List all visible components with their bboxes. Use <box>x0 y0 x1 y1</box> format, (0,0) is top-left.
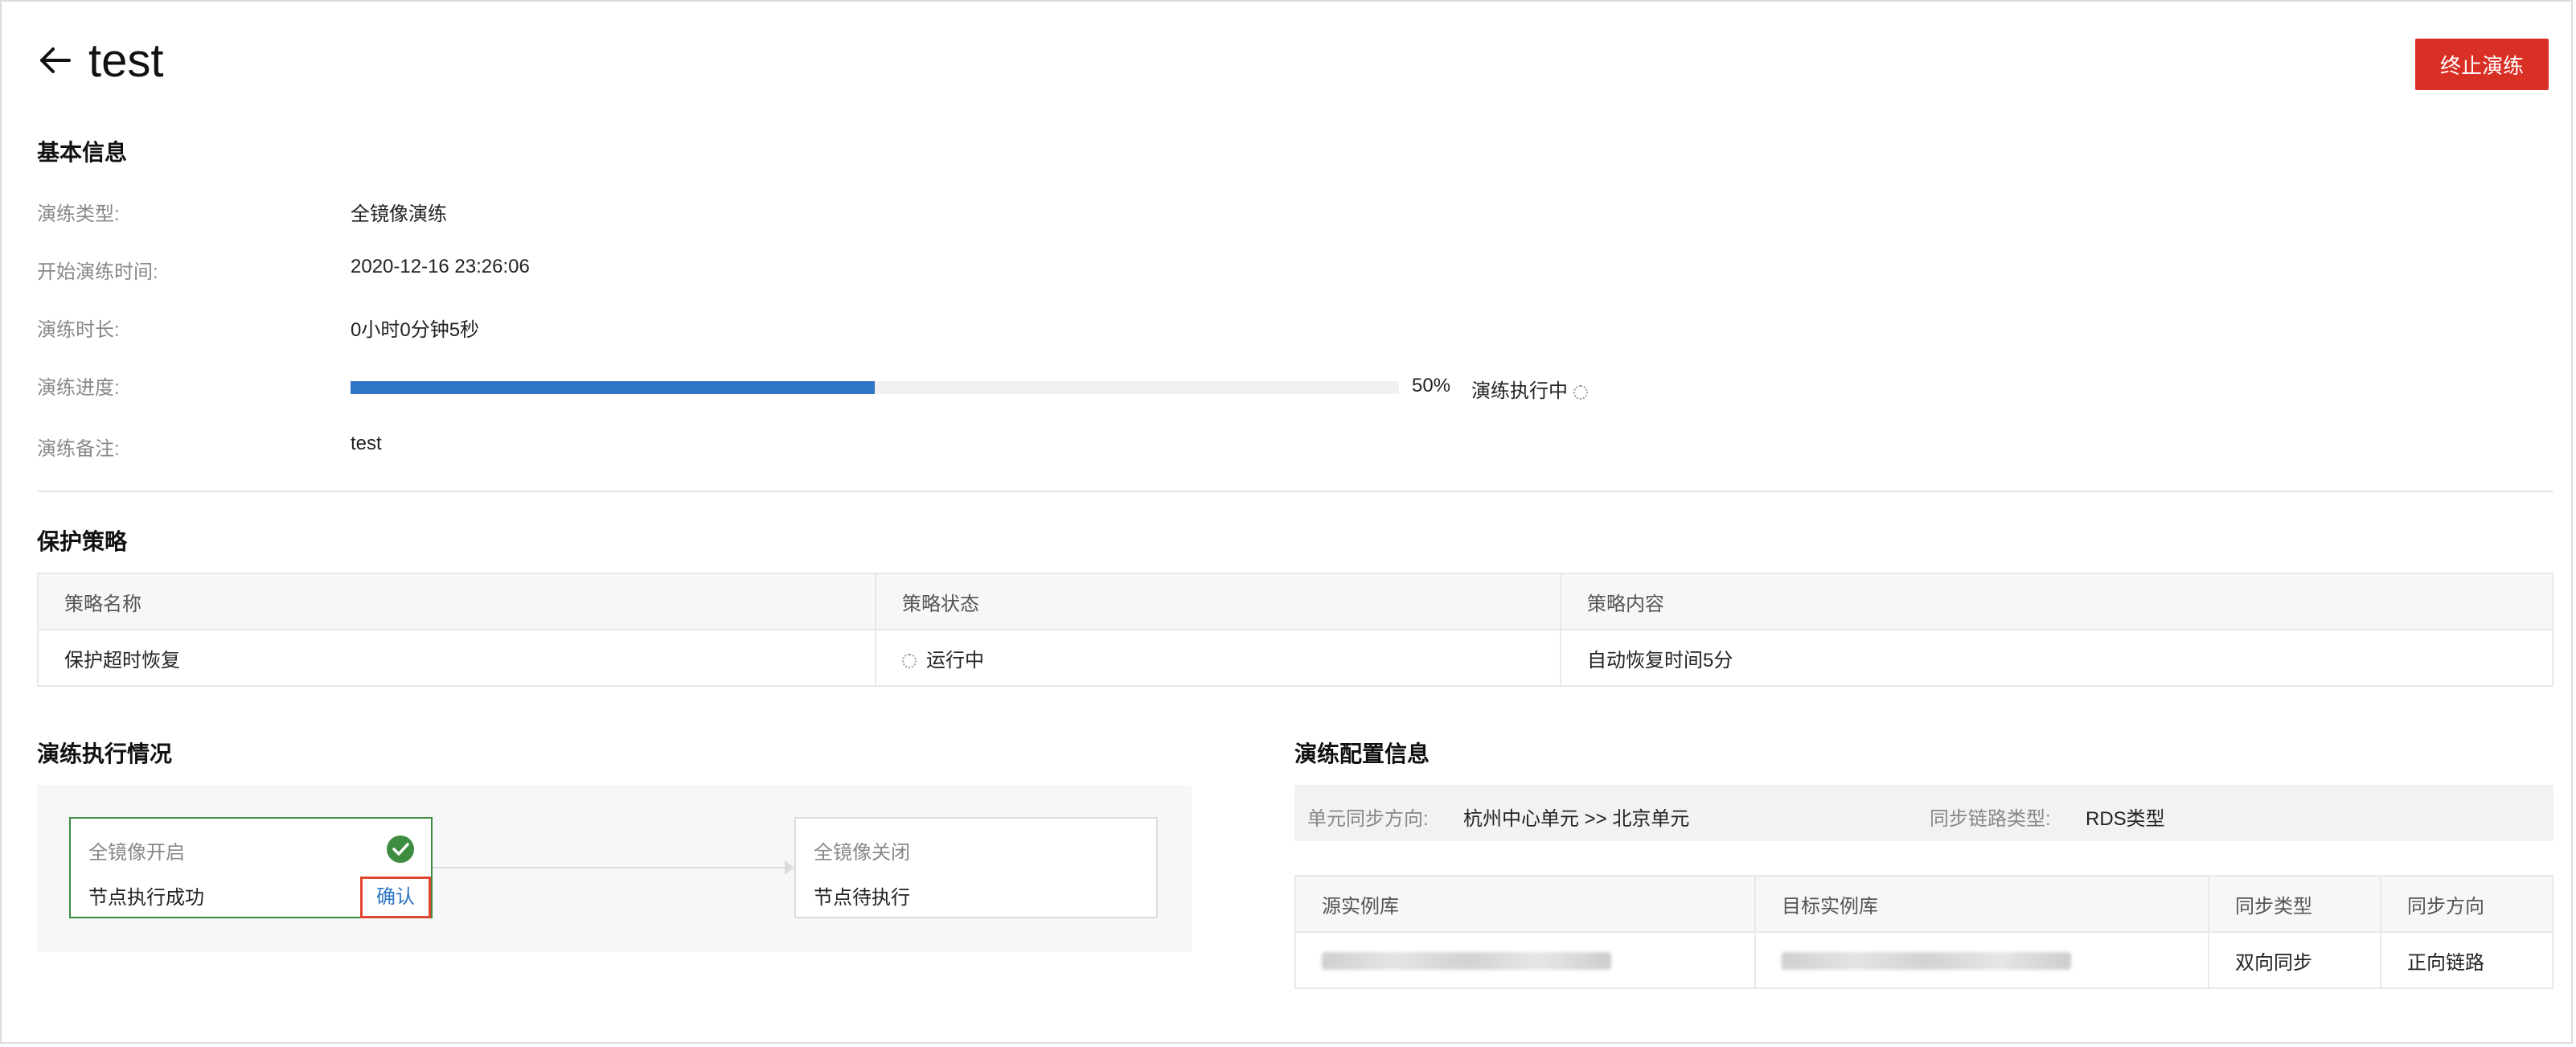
basic-info-title: 基本信息 <box>37 140 128 165</box>
column-header: 同步类型 <box>2208 875 2381 933</box>
section-divider <box>37 491 2553 492</box>
sync-instance-table: 源实例库 目标实例库 同步类型 同步方向 双向同步 正向链路 <box>1294 875 2553 989</box>
progress-bar <box>351 381 1399 394</box>
node-status: 节点执行成功 <box>88 887 204 909</box>
drill-type-value: 全镜像演练 <box>351 203 447 225</box>
config-title: 演练配置信息 <box>1294 741 1430 766</box>
protection-title: 保护策略 <box>37 529 128 554</box>
node-title: 全镜像开启 <box>88 842 185 864</box>
drill-type-label: 演练类型: <box>37 203 120 225</box>
link-type-label: 同步链路类型: <box>1930 808 2051 830</box>
page-frame: test 终止演练 基本信息 演练类型: 全镜像演练 开始演练时间: 2020-… <box>0 0 2573 1044</box>
column-header: 源实例库 <box>1294 875 1756 933</box>
start-time-value: 2020-12-16 23:26:06 <box>351 256 530 277</box>
progress-percent: 50% <box>1412 375 1451 396</box>
column-header: 策略内容 <box>1560 573 2553 630</box>
progress-bar-fill <box>351 381 875 394</box>
column-header: 同步方向 <box>2380 875 2553 933</box>
duration-label: 演练时长: <box>37 319 120 341</box>
policy-content-cell: 自动恢复时间5分 <box>1560 629 2553 687</box>
progress-status: 演练执行中 <box>1471 375 1588 403</box>
node-status: 节点待执行 <box>814 887 910 909</box>
execution-flow-panel: 全镜像开启 节点执行成功 确认 全镜像关闭 节点待执行 <box>37 785 1192 952</box>
remark-value: test <box>351 433 382 454</box>
table-row: 双向同步 正向链路 <box>1294 931 2553 989</box>
redacted-text <box>1322 951 1611 970</box>
link-type-value: RDS类型 <box>2086 808 2165 830</box>
protection-table: 策略名称 策略状态 策略内容 保护超时恢复 运行中 自动恢复时间5分 <box>37 573 2553 687</box>
target-instance-cell <box>1754 931 2209 989</box>
progress-label: 演练进度: <box>37 377 120 399</box>
flow-node-mirror-off[interactable]: 全镜像关闭 节点待执行 <box>794 817 1158 918</box>
source-instance-cell <box>1294 931 1756 989</box>
policy-name-cell: 保护超时恢复 <box>37 629 876 687</box>
policy-status-cell: 运行中 <box>875 629 1561 687</box>
start-time-label: 开始演练时间: <box>37 261 158 283</box>
remark-label: 演练备注: <box>37 438 120 460</box>
config-summary-bar: 单元同步方向: 杭州中心单元 >> 北京单元 同步链路类型: RDS类型 <box>1294 785 2553 841</box>
node-title: 全镜像关闭 <box>814 842 910 864</box>
execution-title: 演练执行情况 <box>37 741 173 766</box>
check-circle-icon <box>387 836 414 863</box>
progress-status-text: 演练执行中 <box>1471 380 1568 402</box>
confirm-link[interactable]: 确认 <box>360 877 431 918</box>
sync-direction-label: 单元同步方向: <box>1307 808 1429 830</box>
arrow-right-icon <box>785 860 794 875</box>
sync-direction-cell: 正向链路 <box>2380 931 2553 989</box>
table-row: 保护超时恢复 运行中 自动恢复时间5分 <box>37 629 2553 687</box>
sync-direction-value: 杭州中心单元 >> 北京单元 <box>1463 808 1690 830</box>
arrow-left-icon[interactable] <box>37 42 74 79</box>
loading-spinner-icon <box>902 654 917 669</box>
column-header: 策略状态 <box>875 573 1561 630</box>
redacted-text <box>1782 951 2071 970</box>
duration-value: 0小时0分钟5秒 <box>351 319 480 341</box>
column-header: 目标实例库 <box>1754 875 2209 933</box>
table-header-row: 策略名称 策略状态 策略内容 <box>37 573 2553 630</box>
policy-status-text: 运行中 <box>926 649 984 671</box>
table-header-row: 源实例库 目标实例库 同步类型 同步方向 <box>1294 875 2553 933</box>
flow-node-mirror-on[interactable]: 全镜像开启 节点执行成功 确认 <box>69 817 433 918</box>
page-header: test <box>37 32 164 88</box>
loading-spinner-icon <box>1573 384 1588 400</box>
column-header: 策略名称 <box>37 573 876 630</box>
page-title: test <box>88 34 164 87</box>
stop-drill-button[interactable]: 终止演练 <box>2415 39 2549 90</box>
flow-connector <box>433 867 786 868</box>
sync-type-cell: 双向同步 <box>2208 931 2381 989</box>
